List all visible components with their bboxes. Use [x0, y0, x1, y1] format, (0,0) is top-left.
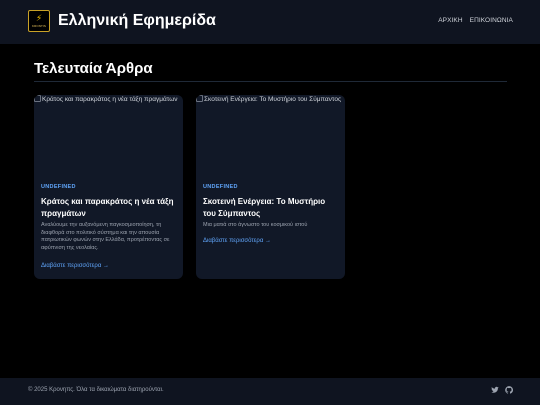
article-title[interactable]: Σκοτεινή Ενέργεια: Το Μυστήριο του Σύμπα… — [203, 196, 340, 220]
section-title: Τελευταία Άρθρα — [34, 60, 153, 77]
social-links — [491, 386, 513, 394]
article-image[interactable]: Κράτος και παρακράτος η νέα τάξη πραγμάτ… — [34, 95, 183, 179]
broken-image-icon — [196, 95, 203, 102]
article-card[interactable]: Κράτος και παρακράτος η νέα τάξη πραγμάτ… — [34, 95, 183, 279]
site-header: ⚡ KRONTIS Ελληνική Εφημερίδα ΑΡΧΙΚΗ ΕΠΙΚ… — [0, 0, 540, 44]
read-more-link[interactable]: Διαβάστε περισσότερα → — [41, 263, 109, 269]
site-logo[interactable]: ⚡ KRONTIS — [28, 10, 50, 32]
article-description: Αναλύουμε την αυξανόμενη παγκοσμιοποίηση… — [41, 222, 170, 251]
read-more-link[interactable]: Διαβάστε περισσότερα → — [203, 238, 271, 244]
nav-link-home[interactable]: ΑΡΧΙΚΗ — [438, 17, 462, 24]
article-image-alt: Κράτος και παρακράτος η νέα τάξη πραγμάτ… — [42, 96, 178, 103]
site-footer: © 2025 Κρονηπς. Όλα τα δικαιώματα διατηρ… — [0, 378, 540, 405]
copyright-text: © 2025 Κρονηπς. Όλα τα δικαιώματα διατηρ… — [28, 387, 164, 393]
broken-image-icon — [34, 95, 41, 102]
article-image[interactable]: Σκοτεινή Ενέργεια: Το Μυστήριο του Σύμπα… — [196, 95, 345, 179]
site-title[interactable]: Ελληνική Εφημερίδα — [58, 12, 216, 30]
nav-link-contact[interactable]: ΕΠΙΚΟΙΝΩΝΙΑ — [470, 17, 513, 24]
section-divider — [34, 81, 507, 82]
main-nav: ΑΡΧΙΚΗ ΕΠΙΚΟΙΝΩΝΙΑ — [438, 17, 513, 24]
article-category: UNDEFINED — [41, 184, 76, 190]
github-icon[interactable] — [505, 386, 513, 394]
logo-text: KRONTIS — [31, 24, 47, 28]
article-description: Μια ματιά στο άγνωστο του κοσμικού ιστού — [203, 222, 308, 228]
article-category: UNDEFINED — [203, 184, 238, 190]
lightning-bolt-icon: ⚡ — [35, 13, 43, 23]
article-card[interactable]: Σκοτεινή Ενέργεια: Το Μυστήριο του Σύμπα… — [196, 95, 345, 279]
article-image-alt: Σκοτεινή Ενέργεια: Το Μυστήριο του Σύμπα… — [204, 96, 342, 103]
article-title[interactable]: Κράτος και παρακράτος η νέα τάξη πραγμάτ… — [41, 196, 178, 220]
twitter-icon[interactable] — [491, 386, 499, 394]
